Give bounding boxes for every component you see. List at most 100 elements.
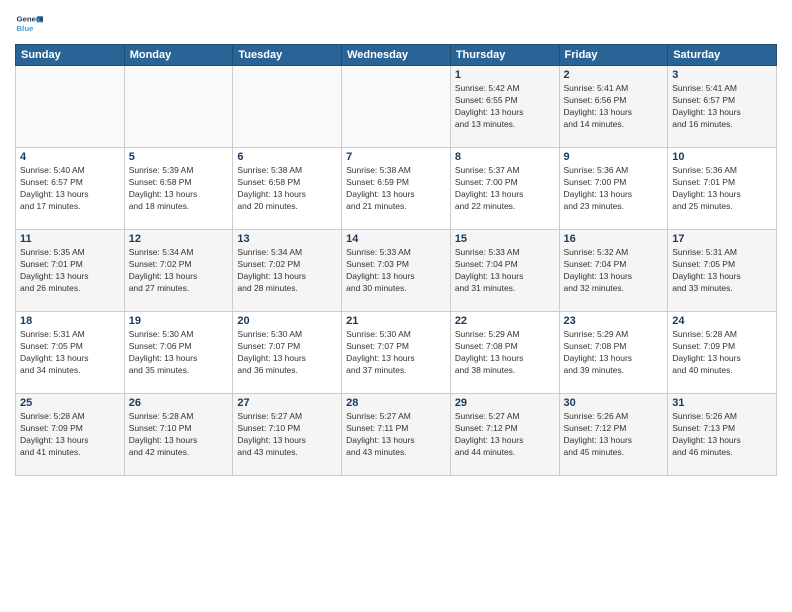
calendar-cell: 23Sunrise: 5:29 AM Sunset: 7:08 PM Dayli… bbox=[559, 312, 668, 394]
day-number: 11 bbox=[20, 233, 120, 245]
day-number: 3 bbox=[672, 69, 772, 81]
day-number: 14 bbox=[346, 233, 446, 245]
day-number: 22 bbox=[455, 315, 555, 327]
calendar-cell: 8 Sunrise: 5:37 AM Sunset: 7:00 PM Daylig… bbox=[450, 148, 559, 230]
calendar-cell: 19 Sunrise: 5:30 AM Sunset: 7:06 PM Dayli… bbox=[124, 312, 233, 394]
calendar-week-row: 11 Sunrise: 5:35 AM Sunset: 7:01 PM Dayli… bbox=[16, 230, 777, 312]
cell-content: Sunrise: 5:38 AM Sunset: 6:58 PM Dayligh… bbox=[237, 165, 337, 213]
cell-content: Sunrise: 5:26 AM Sunset: 7:12 PM Dayligh… bbox=[564, 411, 664, 459]
calendar-week-row: 25Sunrise: 5:28 AM Sunset: 7:09 PM Dayli… bbox=[16, 394, 777, 476]
day-number: 2 bbox=[564, 69, 664, 81]
calendar-table: SundayMondayTuesdayWednesdayThursdayFrid… bbox=[15, 44, 777, 476]
cell-content: Sunrise: 5:41 AM Sunset: 6:57 PM Dayligh… bbox=[672, 83, 772, 131]
day-number: 8 bbox=[455, 151, 555, 163]
day-number: 15 bbox=[455, 233, 555, 245]
day-number: 23 bbox=[564, 315, 664, 327]
calendar-cell: 7 Sunrise: 5:38 AM Sunset: 6:59 PM Daylig… bbox=[342, 148, 451, 230]
cell-content: Sunrise: 5:34 AM Sunset: 7:02 PM Dayligh… bbox=[129, 247, 229, 295]
day-number: 10 bbox=[672, 151, 772, 163]
calendar-cell: 17Sunrise: 5:31 AM Sunset: 7:05 PM Dayli… bbox=[668, 230, 777, 312]
calendar-cell: 22Sunrise: 5:29 AM Sunset: 7:08 PM Dayli… bbox=[450, 312, 559, 394]
cell-content: Sunrise: 5:34 AM Sunset: 7:02 PM Dayligh… bbox=[237, 247, 337, 295]
calendar-cell: 11 Sunrise: 5:35 AM Sunset: 7:01 PM Dayli… bbox=[16, 230, 125, 312]
column-header-friday: Friday bbox=[559, 45, 668, 66]
cell-content: Sunrise: 5:32 AM Sunset: 7:04 PM Dayligh… bbox=[564, 247, 664, 295]
calendar-week-row: 18 Sunrise: 5:31 AM Sunset: 7:05 PM Dayli… bbox=[16, 312, 777, 394]
calendar-cell: 1Sunrise: 5:42 AM Sunset: 6:55 PM Daylig… bbox=[450, 66, 559, 148]
day-number: 28 bbox=[346, 397, 446, 409]
day-number: 13 bbox=[237, 233, 337, 245]
cell-content: Sunrise: 5:41 AM Sunset: 6:56 PM Dayligh… bbox=[564, 83, 664, 131]
day-number: 21 bbox=[346, 315, 446, 327]
svg-text:Blue: Blue bbox=[17, 24, 35, 33]
column-header-wednesday: Wednesday bbox=[342, 45, 451, 66]
calendar-cell: 31 Sunrise: 5:26 AM Sunset: 7:13 PM Dayli… bbox=[668, 394, 777, 476]
cell-content: Sunrise: 5:26 AM Sunset: 7:13 PM Dayligh… bbox=[672, 411, 772, 459]
day-number: 7 bbox=[346, 151, 446, 163]
day-number: 24 bbox=[672, 315, 772, 327]
day-number: 26 bbox=[129, 397, 229, 409]
day-number: 29 bbox=[455, 397, 555, 409]
calendar-cell: 26 Sunrise: 5:28 AM Sunset: 7:10 PM Dayli… bbox=[124, 394, 233, 476]
calendar-week-row: 1Sunrise: 5:42 AM Sunset: 6:55 PM Daylig… bbox=[16, 66, 777, 148]
calendar-cell: 14 Sunrise: 5:33 AM Sunset: 7:03 PM Dayli… bbox=[342, 230, 451, 312]
calendar-cell: 28 Sunrise: 5:27 AM Sunset: 7:11 PM Dayli… bbox=[342, 394, 451, 476]
column-header-thursday: Thursday bbox=[450, 45, 559, 66]
column-header-tuesday: Tuesday bbox=[233, 45, 342, 66]
cell-content: Sunrise: 5:33 AM Sunset: 7:04 PM Dayligh… bbox=[455, 247, 555, 295]
calendar-cell: 16 Sunrise: 5:32 AM Sunset: 7:04 PM Dayli… bbox=[559, 230, 668, 312]
svg-text:General: General bbox=[17, 15, 43, 24]
day-number: 17 bbox=[672, 233, 772, 245]
day-number: 27 bbox=[237, 397, 337, 409]
cell-content: Sunrise: 5:39 AM Sunset: 6:58 PM Dayligh… bbox=[129, 165, 229, 213]
calendar-cell: 21Sunrise: 5:30 AM Sunset: 7:07 PM Dayli… bbox=[342, 312, 451, 394]
column-header-sunday: Sunday bbox=[16, 45, 125, 66]
day-number: 4 bbox=[20, 151, 120, 163]
calendar-cell: 15 Sunrise: 5:33 AM Sunset: 7:04 PM Dayli… bbox=[450, 230, 559, 312]
calendar-header-row: SundayMondayTuesdayWednesdayThursdayFrid… bbox=[16, 45, 777, 66]
calendar-cell bbox=[16, 66, 125, 148]
cell-content: Sunrise: 5:36 AM Sunset: 7:00 PM Dayligh… bbox=[564, 165, 664, 213]
calendar-cell: 30 Sunrise: 5:26 AM Sunset: 7:12 PM Dayli… bbox=[559, 394, 668, 476]
cell-content: Sunrise: 5:33 AM Sunset: 7:03 PM Dayligh… bbox=[346, 247, 446, 295]
day-number: 12 bbox=[129, 233, 229, 245]
calendar-cell: 13 Sunrise: 5:34 AM Sunset: 7:02 PM Dayli… bbox=[233, 230, 342, 312]
cell-content: Sunrise: 5:38 AM Sunset: 6:59 PM Dayligh… bbox=[346, 165, 446, 213]
calendar-cell: 12 Sunrise: 5:34 AM Sunset: 7:02 PM Dayli… bbox=[124, 230, 233, 312]
day-number: 1 bbox=[455, 69, 555, 81]
day-number: 5 bbox=[129, 151, 229, 163]
calendar-cell bbox=[124, 66, 233, 148]
header: General Blue bbox=[15, 10, 777, 38]
cell-content: Sunrise: 5:27 AM Sunset: 7:11 PM Dayligh… bbox=[346, 411, 446, 459]
calendar-cell bbox=[233, 66, 342, 148]
calendar-cell: 3 Sunrise: 5:41 AM Sunset: 6:57 PM Daylig… bbox=[668, 66, 777, 148]
cell-content: Sunrise: 5:28 AM Sunset: 7:09 PM Dayligh… bbox=[672, 329, 772, 377]
calendar-cell: 18 Sunrise: 5:31 AM Sunset: 7:05 PM Dayli… bbox=[16, 312, 125, 394]
calendar-cell: 20Sunrise: 5:30 AM Sunset: 7:07 PM Dayli… bbox=[233, 312, 342, 394]
cell-content: Sunrise: 5:28 AM Sunset: 7:09 PM Dayligh… bbox=[20, 411, 120, 459]
day-number: 6 bbox=[237, 151, 337, 163]
column-header-saturday: Saturday bbox=[668, 45, 777, 66]
calendar-cell: 10Sunrise: 5:36 AM Sunset: 7:01 PM Dayli… bbox=[668, 148, 777, 230]
calendar-cell: 6 Sunrise: 5:38 AM Sunset: 6:58 PM Daylig… bbox=[233, 148, 342, 230]
calendar-week-row: 4Sunrise: 5:40 AM Sunset: 6:57 PM Daylig… bbox=[16, 148, 777, 230]
cell-content: Sunrise: 5:30 AM Sunset: 7:06 PM Dayligh… bbox=[129, 329, 229, 377]
cell-content: Sunrise: 5:35 AM Sunset: 7:01 PM Dayligh… bbox=[20, 247, 120, 295]
cell-content: Sunrise: 5:27 AM Sunset: 7:12 PM Dayligh… bbox=[455, 411, 555, 459]
day-number: 19 bbox=[129, 315, 229, 327]
column-header-monday: Monday bbox=[124, 45, 233, 66]
page: General Blue SundayMondayTuesdayWednesda… bbox=[0, 0, 792, 612]
day-number: 18 bbox=[20, 315, 120, 327]
logo-icon: General Blue bbox=[15, 10, 43, 38]
cell-content: Sunrise: 5:28 AM Sunset: 7:10 PM Dayligh… bbox=[129, 411, 229, 459]
calendar-cell: 27 Sunrise: 5:27 AM Sunset: 7:10 PM Dayli… bbox=[233, 394, 342, 476]
cell-content: Sunrise: 5:27 AM Sunset: 7:10 PM Dayligh… bbox=[237, 411, 337, 459]
calendar-cell: 9 Sunrise: 5:36 AM Sunset: 7:00 PM Daylig… bbox=[559, 148, 668, 230]
day-number: 9 bbox=[564, 151, 664, 163]
cell-content: Sunrise: 5:31 AM Sunset: 7:05 PM Dayligh… bbox=[20, 329, 120, 377]
cell-content: Sunrise: 5:37 AM Sunset: 7:00 PM Dayligh… bbox=[455, 165, 555, 213]
day-number: 31 bbox=[672, 397, 772, 409]
calendar-cell: 29 Sunrise: 5:27 AM Sunset: 7:12 PM Dayli… bbox=[450, 394, 559, 476]
day-number: 16 bbox=[564, 233, 664, 245]
day-number: 30 bbox=[564, 397, 664, 409]
